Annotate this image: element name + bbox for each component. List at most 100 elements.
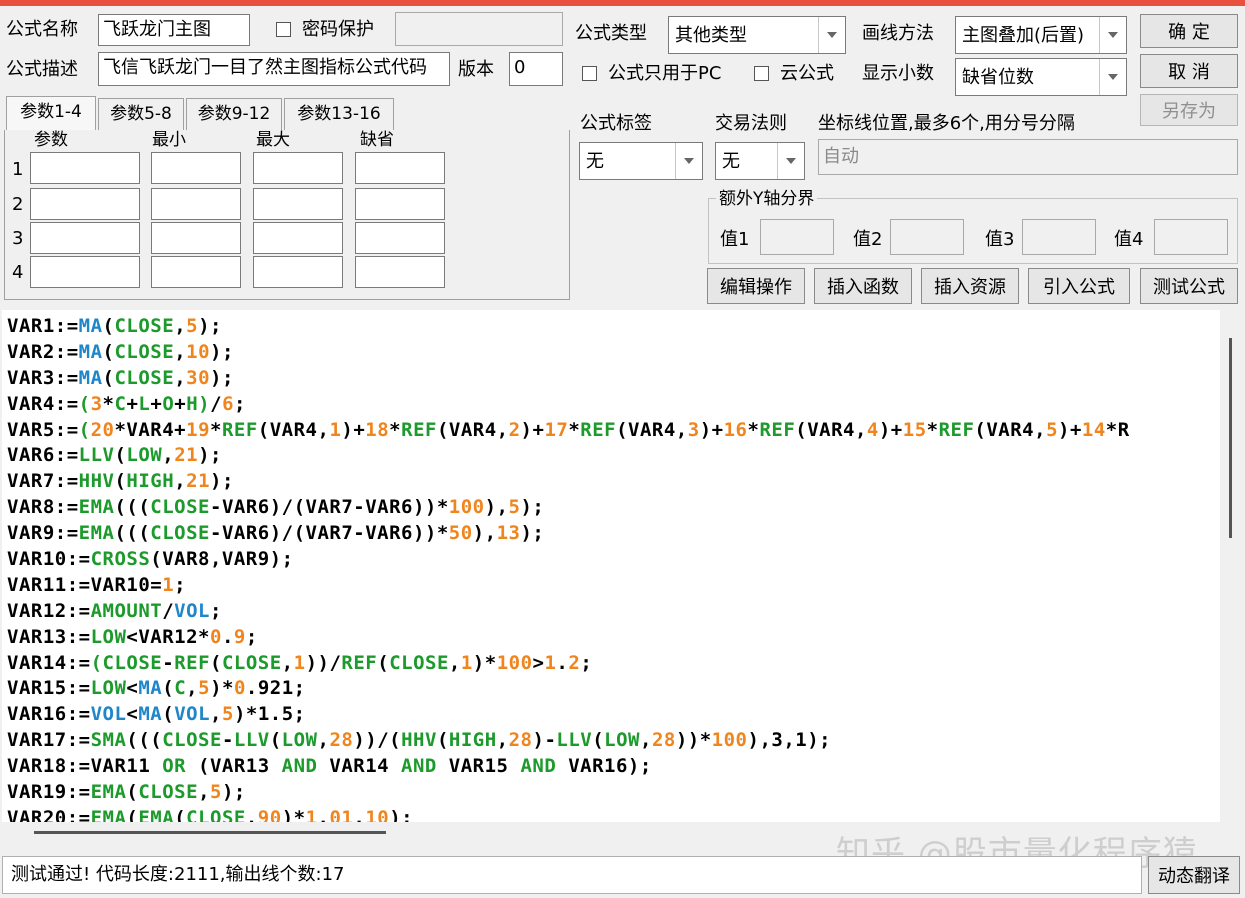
cloud-formula-checkbox[interactable]: [754, 66, 769, 81]
code-token: *: [389, 418, 402, 441]
code-token: LLV: [233, 729, 270, 752]
param-2-name[interactable]: [30, 188, 140, 220]
param-2-default[interactable]: [355, 188, 445, 220]
code-token: 1: [544, 651, 557, 674]
code-line[interactable]: VAR16:=VOL<MA(VOL,5)*1.5;: [7, 702, 1220, 728]
chevron-down-icon[interactable]: [1099, 59, 1126, 95]
chevron-down-icon[interactable]: [818, 17, 845, 53]
code-token: 30: [186, 366, 211, 389]
param-4-name[interactable]: [30, 256, 140, 288]
formula-desc-input[interactable]: 飞信飞跃龙门一目了然主图指标公式代码: [98, 52, 450, 86]
code-token: ;: [580, 651, 593, 674]
param-3-max[interactable]: [253, 222, 343, 254]
import-formula-button[interactable]: 引入公式: [1028, 268, 1130, 304]
code-line[interactable]: VAR1:=MA(CLOSE,5);: [7, 314, 1220, 340]
tab-params-1-4[interactable]: 参数1-4: [6, 96, 96, 130]
code-token: VAR6:=: [7, 444, 79, 467]
code-token: REF: [221, 418, 258, 441]
code-token: CLOSE: [114, 340, 175, 363]
formula-name-input[interactable]: 飞跃龙门主图: [98, 14, 250, 46]
dynamic-translate-button[interactable]: 动态翻译: [1148, 856, 1240, 894]
code-line[interactable]: VAR13:=LOW<VAR12*0.9;: [7, 625, 1220, 651]
code-token: (VAR4,: [974, 418, 1047, 441]
code-line[interactable]: VAR4:=(3*C+L+O+H)/6;: [7, 392, 1220, 418]
code-line[interactable]: VAR12:=AMOUNT/VOL;: [7, 599, 1220, 625]
formula-tag-select[interactable]: 无: [579, 142, 703, 180]
param-3-min[interactable]: [151, 222, 241, 254]
code-token: ),: [472, 522, 497, 545]
code-token: );: [210, 366, 234, 389]
code-token: *VAR4+: [114, 418, 187, 441]
param-1-max[interactable]: [253, 152, 343, 184]
code-line[interactable]: VAR3:=MA(CLOSE,30);: [7, 366, 1220, 392]
code-token: HIGH: [126, 470, 175, 493]
tab-params-9-12[interactable]: 参数9-12: [186, 98, 282, 130]
code-line[interactable]: VAR5:=(20*VAR4+19*REF(VAR4,1)+18*REF(VAR…: [7, 418, 1220, 444]
formula-tag-value: 无: [586, 151, 604, 172]
code-line[interactable]: VAR19:=EMA(CLOSE,5);: [7, 780, 1220, 806]
code-token: (: [210, 651, 222, 674]
y-value-4-label: 值4: [1114, 229, 1144, 250]
formula-type-select[interactable]: 其他类型: [668, 16, 846, 54]
code-token: 17: [544, 418, 569, 441]
code-line[interactable]: VAR7:=HHV(HIGH,21);: [7, 469, 1220, 495]
test-formula-button[interactable]: 测试公式: [1140, 268, 1238, 304]
code-line[interactable]: VAR8:=EMA(((CLOSE-VAR6)/(VAR7-VAR6))*100…: [7, 495, 1220, 521]
code-token: O: [162, 392, 175, 415]
password-protect-label: 密码保护: [302, 19, 374, 40]
tab-params-5-8[interactable]: 参数5-8: [98, 98, 184, 130]
code-token: VOL: [90, 703, 127, 726]
param-header-default: 缺省: [360, 130, 394, 150]
code-token: ,: [496, 729, 509, 752]
code-token: VOL: [174, 599, 210, 622]
param-4-default[interactable]: [355, 256, 445, 288]
ok-button[interactable]: 确 定: [1140, 14, 1238, 48]
code-token: );: [210, 470, 234, 493]
password-input: [395, 12, 563, 46]
code-line[interactable]: VAR15:=LOW<MA(C,5)*0.921;: [7, 676, 1220, 702]
edit-ops-button[interactable]: 编辑操作: [707, 268, 805, 304]
param-4-max[interactable]: [253, 256, 343, 288]
insert-function-button[interactable]: 插入函数: [814, 268, 912, 304]
code-line[interactable]: VAR2:=MA(CLOSE,10);: [7, 340, 1220, 366]
param-1-name[interactable]: [30, 152, 140, 184]
version-input[interactable]: 0: [509, 52, 563, 86]
cancel-button[interactable]: 取 消: [1140, 54, 1238, 88]
chevron-down-icon[interactable]: [1099, 17, 1126, 53]
insert-resource-button[interactable]: 插入资源: [921, 268, 1019, 304]
horizontal-scroll-thumb[interactable]: [34, 831, 386, 834]
decimals-select[interactable]: 缺省位数: [955, 58, 1127, 96]
code-editor[interactable]: VAR1:=MA(CLOSE,5); VAR2:=MA(CLOSE,10); VAR…: [2, 310, 1220, 822]
code-token: HHV: [78, 470, 115, 493]
param-2-min[interactable]: [151, 188, 241, 220]
code-token: VAR1:=: [7, 315, 79, 337]
chevron-down-icon[interactable]: [675, 143, 702, 179]
code-token: 100: [448, 496, 485, 519]
draw-method-select[interactable]: 主图叠加(后置): [955, 16, 1127, 54]
code-line[interactable]: VAR20:=EMA(EMA(CLOSE.90)*1.01.10);: [7, 806, 1220, 822]
code-token: )*: [210, 677, 234, 700]
code-token: 21: [186, 470, 211, 493]
code-line[interactable]: VAR10:=CROSS(VAR8,VAR9);: [7, 547, 1220, 573]
code-token: VAR16);: [556, 755, 652, 778]
param-4-min[interactable]: [151, 256, 241, 288]
param-1-default[interactable]: [355, 152, 445, 184]
code-line[interactable]: VAR14:=(CLOSE-REF(CLOSE,1))/REF(CLOSE,1)…: [7, 651, 1220, 677]
tab-params-13-16[interactable]: 参数13-16: [284, 98, 394, 130]
param-3-default[interactable]: [355, 222, 445, 254]
code-token: HHV: [401, 729, 437, 752]
code-line[interactable]: VAR6:=LLV(LOW,21);: [7, 443, 1220, 469]
param-2-max[interactable]: [253, 188, 343, 220]
code-line[interactable]: VAR9:=EMA(((CLOSE-VAR6)/(VAR7-VAR6))*50)…: [7, 521, 1220, 547]
chevron-down-icon[interactable]: [777, 143, 804, 179]
password-protect-checkbox[interactable]: [276, 22, 291, 37]
code-line[interactable]: VAR18:=VAR11 OR (VAR13 AND VAR14 AND VAR…: [7, 754, 1220, 780]
code-token: 21: [174, 444, 199, 467]
trade-rule-select[interactable]: 无: [715, 142, 805, 180]
param-1-min[interactable]: [151, 152, 241, 184]
param-3-name[interactable]: [30, 222, 140, 254]
code-line[interactable]: VAR17:=SMA(((CLOSE-LLV(LOW,28))/(HHV(HIG…: [7, 728, 1220, 754]
pc-only-checkbox[interactable]: [582, 66, 597, 81]
vertical-scroll-thumb[interactable]: [1229, 338, 1232, 538]
code-line[interactable]: VAR11:=VAR10=1;: [7, 573, 1220, 599]
